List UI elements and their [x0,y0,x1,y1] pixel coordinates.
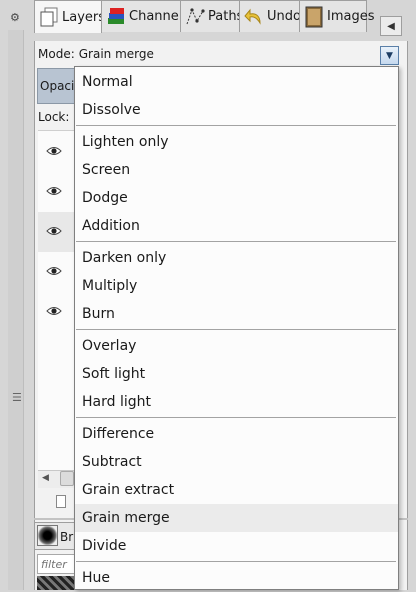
visibility-eye-icon[interactable] [46,146,62,156]
menu-item-hue[interactable]: Hue [75,564,398,592]
menu-item-difference[interactable]: Difference [75,420,398,448]
visibility-eye-icon[interactable] [46,226,62,236]
tab-menu-arrow-icon: ◀ [387,20,395,32]
mode-dropdown-button[interactable]: ▼ [380,46,399,65]
mode-label: Mode: [38,47,75,61]
brush-icon [37,525,58,546]
mode-value[interactable]: Grain merge [79,47,154,61]
visibility-eye-icon[interactable] [46,266,62,276]
images-icon [304,6,324,28]
mode-row: Mode: Grain merge [38,47,154,61]
menu-item-dissolve[interactable]: Dissolve [75,96,398,124]
tab-undo[interactable]: Undo [239,0,301,32]
tab-menu-button[interactable]: ◀ [380,16,402,36]
tab-channels[interactable]: Channels [101,0,189,32]
configure-icon[interactable]: ⚙ [10,12,22,24]
tab-paths[interactable]: Paths [180,0,243,32]
channels-icon [106,6,126,28]
brush-grid[interactable] [37,576,77,590]
menu-item-burn[interactable]: Burn [75,300,398,328]
drag-handle-icon[interactable]: ☰ [12,392,22,403]
menu-item-hard-light[interactable]: Hard light [75,388,398,416]
menu-item-addition[interactable]: Addition [75,212,398,240]
menu-item-lighten-only[interactable]: Lighten only [75,128,398,156]
tab-undo-label: Undo [267,9,301,24]
brush-filter-input[interactable] [37,554,77,574]
visibility-eye-icon[interactable] [46,186,62,196]
tab-brushes-label: Br [60,530,74,544]
paths-icon [185,6,205,28]
undo-icon [244,6,264,28]
menu-item-normal[interactable]: Normal [75,68,398,96]
lock-label: Lock: [38,110,70,124]
new-layer-icon[interactable] [56,495,66,508]
menu-separator [76,561,396,562]
tab-images[interactable]: Images [299,0,375,32]
visibility-eye-icon[interactable] [46,306,62,316]
opacity-label: Opaci [40,79,75,93]
menu-separator [76,125,396,126]
menu-separator [76,241,396,242]
menu-separator [76,417,396,418]
scroll-left-icon[interactable]: ◀ [42,473,49,483]
tab-images-label: Images [327,9,375,24]
menu-item-soft-light[interactable]: Soft light [75,360,398,388]
scrollbar-thumb[interactable] [60,471,74,486]
menu-item-darken-only[interactable]: Darken only [75,244,398,272]
menu-item-multiply[interactable]: Multiply [75,272,398,300]
menu-separator [76,329,396,330]
menu-item-screen[interactable]: Screen [75,156,398,184]
menu-item-subtract[interactable]: Subtract [75,448,398,476]
dock-separator[interactable] [8,30,24,590]
tab-layers-label: Layers [62,9,106,25]
layers-icon [39,6,59,28]
menu-item-grain-extract[interactable]: Grain extract [75,476,398,504]
menu-item-dodge[interactable]: Dodge [75,184,398,212]
chevron-down-icon: ▼ [386,50,393,61]
menu-item-divide[interactable]: Divide [75,532,398,560]
menu-item-grain-merge[interactable]: Grain merge [75,504,398,532]
menu-item-overlay[interactable]: Overlay [75,332,398,360]
tab-layers[interactable]: Layers [34,0,106,33]
